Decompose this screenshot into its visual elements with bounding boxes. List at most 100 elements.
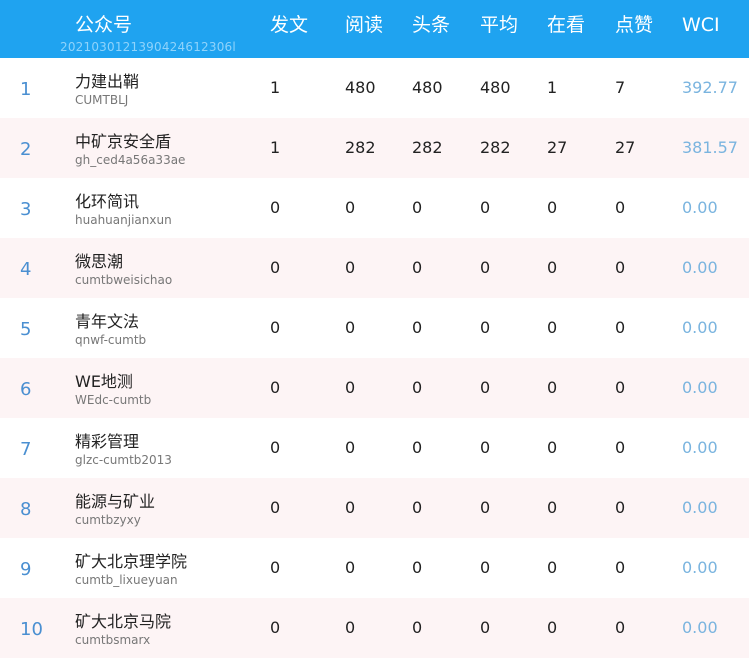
header-posts: 发文 [270,14,309,36]
reads-count: 0 [345,438,356,457]
looking-count: 27 [547,138,568,157]
table-row[interactable]: 1 力建出鞘 CUMTBLJ 1 480 480 480 1 7 392.77 [0,58,749,118]
table-row[interactable]: 6 WE地测 WEdc-cumtb 0 0 0 0 0 0 0.00 [0,358,749,418]
table-row[interactable]: 10 矿大北京马院 cumtbsmarx 0 0 0 0 0 0 0.00 [0,598,749,658]
top-count: 480 [412,78,443,97]
posts-count: 0 [270,438,281,457]
table-row[interactable]: 8 能源与矿业 cumtbzyxy 0 0 0 0 0 0 0.00 [0,478,749,538]
looking-count: 0 [547,378,558,397]
account-id: glzc-cumtb2013 [75,453,172,467]
reads-count: 0 [345,558,356,577]
wci-score: 0.00 [682,198,718,217]
account-name[interactable]: 精彩管理 [75,428,139,452]
reads-count: 0 [345,618,356,637]
avg-count: 0 [480,198,491,217]
account-name[interactable]: 微思潮 [75,248,123,272]
account-id: WEdc-cumtb [75,393,152,407]
reads-count: 0 [345,498,356,517]
likes-count: 0 [615,378,626,397]
looking-count: 0 [547,618,558,637]
account-name[interactable]: 矿大北京马院 [75,608,171,632]
table-row[interactable]: 9 矿大北京理学院 cumtb_lixueyuan 0 0 0 0 0 0 0.00 [0,538,749,598]
top-count: 0 [412,318,423,337]
reads-count: 0 [345,198,356,217]
header-reads: 阅读 [345,14,384,36]
rank-number: 8 [20,499,32,520]
posts-count: 0 [270,498,281,517]
account-name[interactable]: WE地测 [75,368,133,392]
top-count: 0 [412,378,423,397]
account-id: cumtbsmarx [75,633,151,647]
likes-count: 0 [615,438,626,457]
likes-count: 0 [615,498,626,517]
avg-count: 0 [480,438,491,457]
account-id: huahuanjianxun [75,213,172,227]
header-likes: 点赞 [615,14,654,36]
likes-count: 0 [615,558,626,577]
account-id: CUMTBLJ [75,93,129,107]
looking-count: 0 [547,258,558,277]
rank-number: 10 [20,619,43,640]
rank-number: 1 [20,79,32,100]
likes-count: 27 [615,138,636,157]
wci-score: 0.00 [682,438,718,457]
reads-count: 480 [345,78,376,97]
looking-count: 0 [547,198,558,217]
looking-count: 0 [547,498,558,517]
reads-count: 282 [345,138,376,157]
rank-number: 3 [20,199,32,220]
wci-score: 0.00 [682,498,718,517]
top-count: 0 [412,498,423,517]
looking-count: 0 [547,558,558,577]
table-row[interactable]: 4 微思潮 cumtbweisichao 0 0 0 0 0 0 0.00 [0,238,749,298]
top-count: 0 [412,198,423,217]
top-count: 0 [412,438,423,457]
looking-count: 1 [547,78,558,97]
likes-count: 0 [615,258,626,277]
ranking-table: 1 力建出鞘 CUMTBLJ 1 480 480 480 1 7 392.77 2 中矿京安全盾 gh_… [0,58,749,658]
posts-count: 0 [270,198,281,217]
account-name[interactable]: 矿大北京理学院 [75,548,187,572]
account-id: gh_ced4a56a33ae [75,153,186,167]
top-count: 282 [412,138,443,157]
header-avg: 平均 [480,14,519,36]
top-count: 0 [412,618,423,637]
table-row[interactable]: 3 化环简讯 huahuanjianxun 0 0 0 0 0 0 0.00 [0,178,749,238]
likes-count: 0 [615,318,626,337]
rank-number: 6 [20,379,32,400]
wci-score: 0.00 [682,378,718,397]
account-name[interactable]: 中矿京安全盾 [75,128,171,152]
account-name[interactable]: 能源与矿业 [75,488,155,512]
reads-count: 0 [345,258,356,277]
looking-count: 0 [547,438,558,457]
account-name[interactable]: 力建出鞘 [75,68,139,92]
posts-count: 0 [270,378,281,397]
header-subtitle: 2021030121390424612306l [60,40,236,54]
rank-number: 9 [20,559,32,580]
posts-count: 1 [270,138,281,157]
wci-score: 0.00 [682,618,718,637]
avg-count: 0 [480,498,491,517]
likes-count: 0 [615,198,626,217]
avg-count: 0 [480,558,491,577]
account-name[interactable]: 化环简讯 [75,188,139,212]
header-top: 头条 [412,14,451,36]
avg-count: 0 [480,258,491,277]
posts-count: 0 [270,558,281,577]
table-row[interactable]: 5 青年文法 qnwf-cumtb 0 0 0 0 0 0 0.00 [0,298,749,358]
account-id: cumtb_lixueyuan [75,573,178,587]
account-name[interactable]: 青年文法 [75,308,139,332]
account-id: cumtbweisichao [75,273,173,287]
table-row[interactable]: 7 精彩管理 glzc-cumtb2013 0 0 0 0 0 0 0.00 [0,418,749,478]
table-header: 公众号 发文 阅读 头条 平均 在看 点赞 WCI 20210301213904… [0,0,749,58]
table-row[interactable]: 2 中矿京安全盾 gh_ced4a56a33ae 1 282 282 282 27 27 381.… [0,118,749,178]
avg-count: 0 [480,318,491,337]
wci-score: 381.57 [682,138,738,157]
header-account: 公众号 [75,14,133,36]
likes-count: 0 [615,618,626,637]
likes-count: 7 [615,78,626,97]
wci-score: 0.00 [682,258,718,277]
wci-score: 392.77 [682,78,738,97]
header-wci: WCI [682,14,720,36]
posts-count: 0 [270,318,281,337]
